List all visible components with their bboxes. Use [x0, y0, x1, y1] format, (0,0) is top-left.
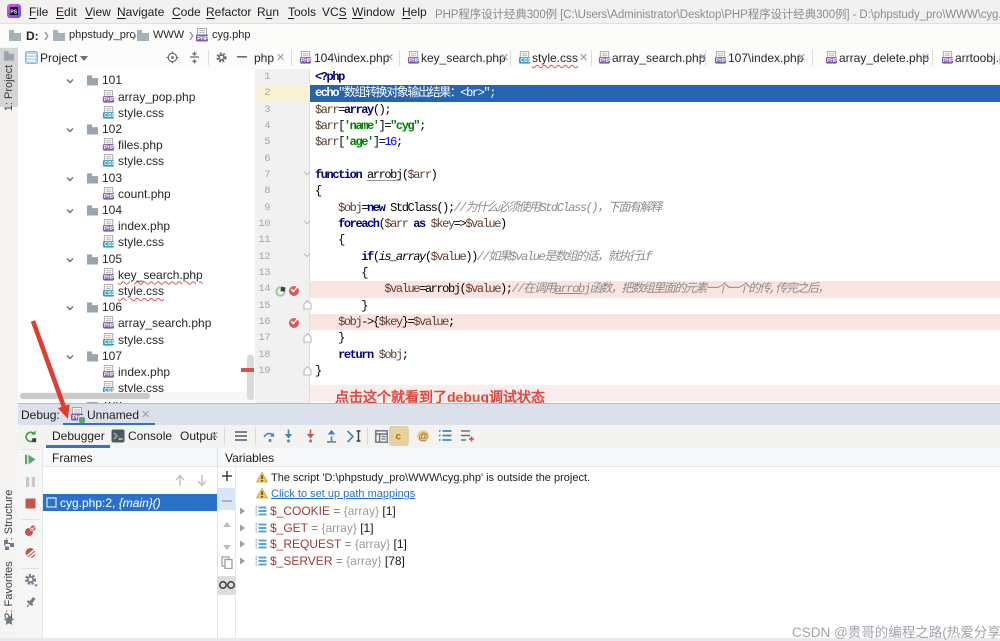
svg-text:@: @ — [419, 432, 429, 443]
svg-text:PS: PS — [10, 9, 17, 15]
svg-text:c: c — [396, 432, 402, 443]
svg-text:PHP: PHP — [197, 36, 209, 42]
